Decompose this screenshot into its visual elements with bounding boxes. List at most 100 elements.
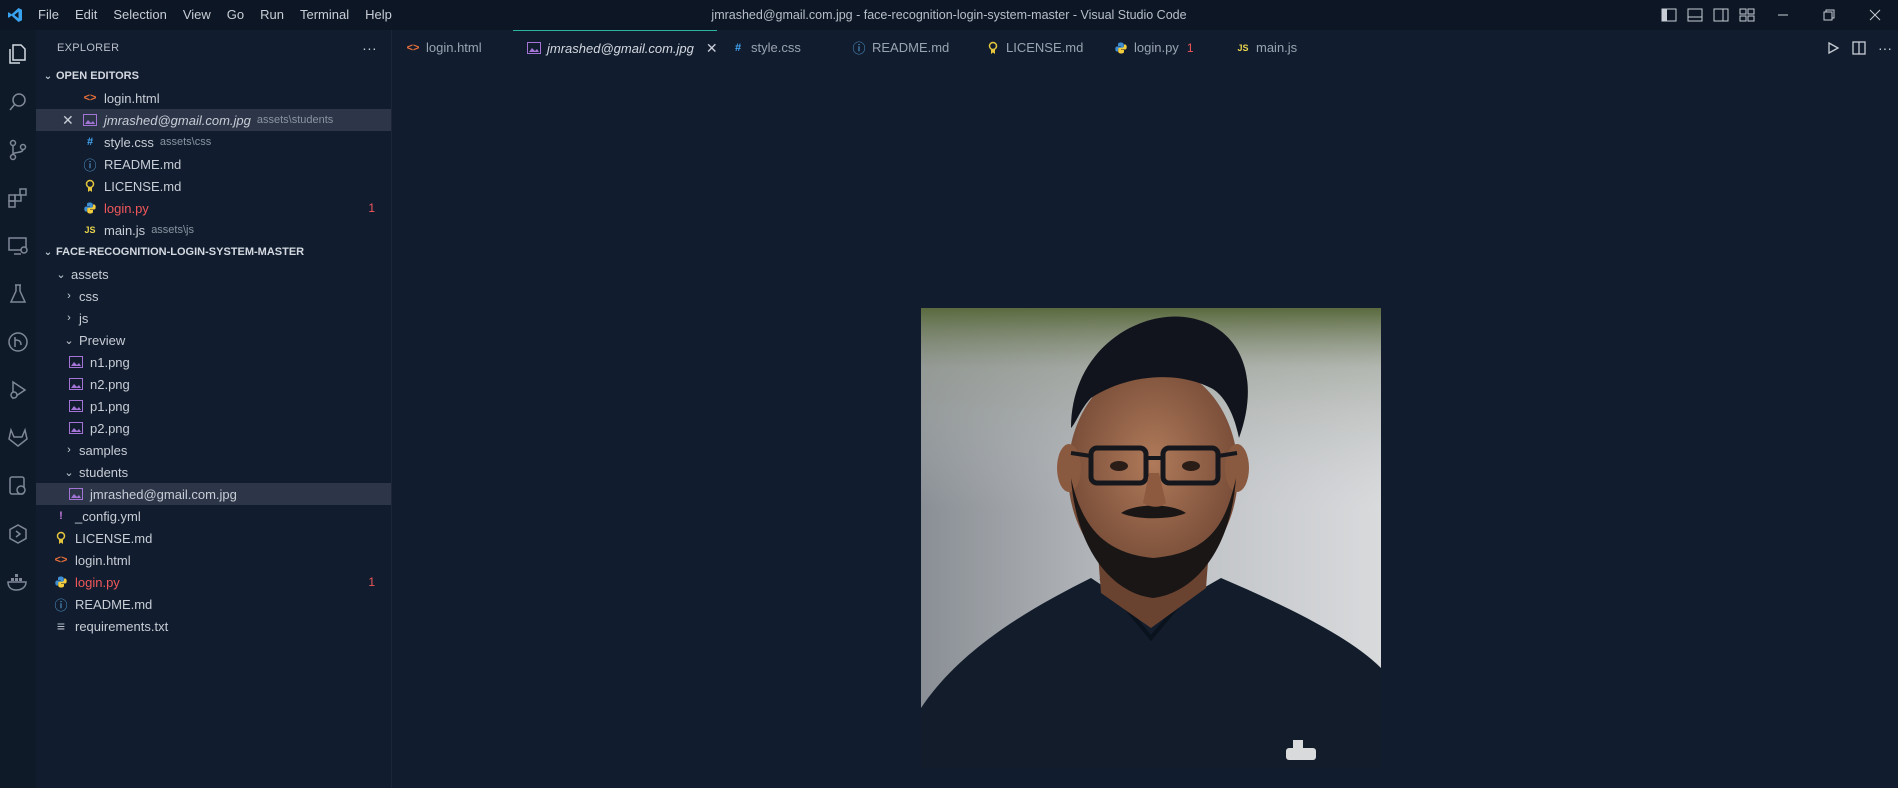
tree-folder[interactable]: ⌄ assets <box>36 263 391 285</box>
toggle-primary-sidebar-icon[interactable] <box>1658 0 1680 30</box>
tab-main-js[interactable]: JS main.js <box>1222 30 1342 65</box>
customize-layout-icon[interactable] <box>1736 0 1758 30</box>
yml-icon: ! <box>59 510 63 522</box>
info-icon: ⓘ <box>54 597 68 613</box>
image-preview[interactable] <box>921 308 1381 768</box>
minimize-icon[interactable] <box>1760 0 1806 30</box>
kubernetes-icon[interactable] <box>0 510 36 558</box>
tree-folder[interactable]: ⌄ Preview <box>36 329 391 351</box>
image-icon <box>68 354 84 370</box>
tree-item-label: jmrashed@gmail.com.jpg <box>90 486 237 502</box>
tab-label: LICENSE.md <box>1006 40 1084 55</box>
menu-run[interactable]: Run <box>252 0 292 30</box>
git-graph-icon[interactable] <box>0 318 36 366</box>
chevron-down-icon: ⌄ <box>43 70 53 82</box>
tree-file[interactable]: ! _config.yml <box>36 505 391 527</box>
menu-edit[interactable]: Edit <box>67 0 105 30</box>
more-actions-icon[interactable]: ··· <box>1872 30 1898 65</box>
open-editor-label: jmrashed@gmail.com.jpg <box>104 112 251 128</box>
title-bar: File Edit Selection View Go Run Terminal… <box>0 0 1898 30</box>
tab-style-css[interactable]: # style.css <box>717 30 838 65</box>
title-bar-controls <box>1656 0 1898 30</box>
search-icon[interactable] <box>0 78 36 126</box>
open-editor-item[interactable]: ✕ jmrashed@gmail.com.jpg assets\students <box>36 109 391 131</box>
extensions-icon[interactable] <box>0 174 36 222</box>
github-actions-icon[interactable] <box>0 462 36 510</box>
open-editor-item[interactable]: login.py 1 <box>36 197 391 219</box>
tab-jmrashed-jpg[interactable]: jmrashed@gmail.com.jpg ✕ <box>513 30 718 65</box>
explorer-title: EXPLORER <box>57 41 120 54</box>
image-icon <box>68 420 84 436</box>
tree-item-label: requirements.txt <box>75 618 169 634</box>
tab-login-html[interactable]: <> login.html <box>392 30 513 65</box>
tree-file[interactable]: ⓘ README.md <box>36 593 391 615</box>
tree-file[interactable]: p1.png <box>36 395 391 417</box>
tab-login-py[interactable]: login.py 1 <box>1100 30 1222 65</box>
close-icon[interactable]: ✕ <box>706 40 718 57</box>
remote-explorer-icon[interactable] <box>0 222 36 270</box>
image-icon <box>82 112 98 128</box>
more-actions-icon[interactable]: ··· <box>362 40 377 56</box>
toggle-panel-icon[interactable] <box>1684 0 1706 30</box>
tree-item-label: Preview <box>79 332 126 348</box>
problem-count-badge: 1 <box>368 575 375 589</box>
tree-item-label: css <box>79 288 99 304</box>
tab-label: main.js <box>1256 40 1298 55</box>
testing-icon[interactable] <box>0 270 36 318</box>
close-icon[interactable]: ✕ <box>62 112 74 129</box>
tab-label: login.html <box>426 40 482 55</box>
chevron-right-icon: › <box>67 290 71 302</box>
project-section[interactable]: ⌄ FACE-RECOGNITION-LOGIN-SYSTEM-MASTER <box>36 241 391 263</box>
run-debug-icon[interactable] <box>0 366 36 414</box>
chevron-right-icon: › <box>67 312 71 324</box>
tab-readme[interactable]: ⓘ README.md <box>838 30 972 65</box>
tree-item-label: login.py <box>75 574 120 590</box>
tree-folder[interactable]: › js <box>36 307 391 329</box>
tree-file[interactable]: p2.png <box>36 417 391 439</box>
tree-file[interactable]: n2.png <box>36 373 391 395</box>
menu-help[interactable]: Help <box>357 0 400 30</box>
explorer-icon[interactable] <box>0 30 36 78</box>
tree-folder[interactable]: › samples <box>36 439 391 461</box>
tree-item-label: assets <box>71 266 109 282</box>
menu-view[interactable]: View <box>175 0 219 30</box>
source-control-icon[interactable] <box>0 126 36 174</box>
vscode-logo-icon[interactable] <box>0 0 30 30</box>
open-editor-path: assets\css <box>159 136 212 148</box>
open-editor-path: assets\js <box>151 224 194 236</box>
tree-file[interactable]: n1.png <box>36 351 391 373</box>
tree-file[interactable]: <> login.html <box>36 549 391 571</box>
tree-file[interactable]: login.py 1 <box>36 571 391 593</box>
docker-icon[interactable] <box>0 558 36 606</box>
open-editor-item[interactable]: <> login.html <box>36 87 391 109</box>
tab-license[interactable]: LICENSE.md <box>972 30 1100 65</box>
menu-go[interactable]: Go <box>219 0 252 30</box>
menu-file[interactable]: File <box>30 0 67 30</box>
tree-file[interactable]: ≡ requirements.txt <box>36 615 391 637</box>
open-editor-item[interactable]: # style.css assets\css <box>36 131 391 153</box>
restore-icon[interactable] <box>1806 0 1852 30</box>
tree-folder[interactable]: › css <box>36 285 391 307</box>
open-editor-label: main.js <box>104 222 146 238</box>
run-icon[interactable] <box>1820 30 1846 65</box>
menu-bar: File Edit Selection View Go Run Terminal… <box>30 0 400 30</box>
html-icon: <> <box>83 92 97 104</box>
open-editors-section[interactable]: ⌄ OPEN EDITORS <box>36 65 391 87</box>
tree-folder[interactable]: ⌄ students <box>36 461 391 483</box>
css-icon: # <box>86 136 94 148</box>
menu-terminal[interactable]: Terminal <box>292 0 357 30</box>
tree-item-label: samples <box>79 442 128 458</box>
project-label: FACE-RECOGNITION-LOGIN-SYSTEM-MASTER <box>56 246 305 258</box>
open-editor-item[interactable]: JS main.js assets\js <box>36 219 391 241</box>
toggle-secondary-sidebar-icon[interactable] <box>1710 0 1732 30</box>
tree-file[interactable]: LICENSE.md <box>36 527 391 549</box>
license-icon <box>53 530 69 546</box>
tree-file[interactable]: jmrashed@gmail.com.jpg <box>36 483 391 505</box>
gitlab-icon[interactable] <box>0 414 36 462</box>
split-editor-icon[interactable] <box>1846 30 1872 65</box>
open-editor-item[interactable]: LICENSE.md <box>36 175 391 197</box>
close-window-icon[interactable] <box>1852 0 1898 30</box>
open-editor-item[interactable]: ⓘ README.md <box>36 153 391 175</box>
license-icon <box>986 41 1000 55</box>
menu-selection[interactable]: Selection <box>105 0 174 30</box>
